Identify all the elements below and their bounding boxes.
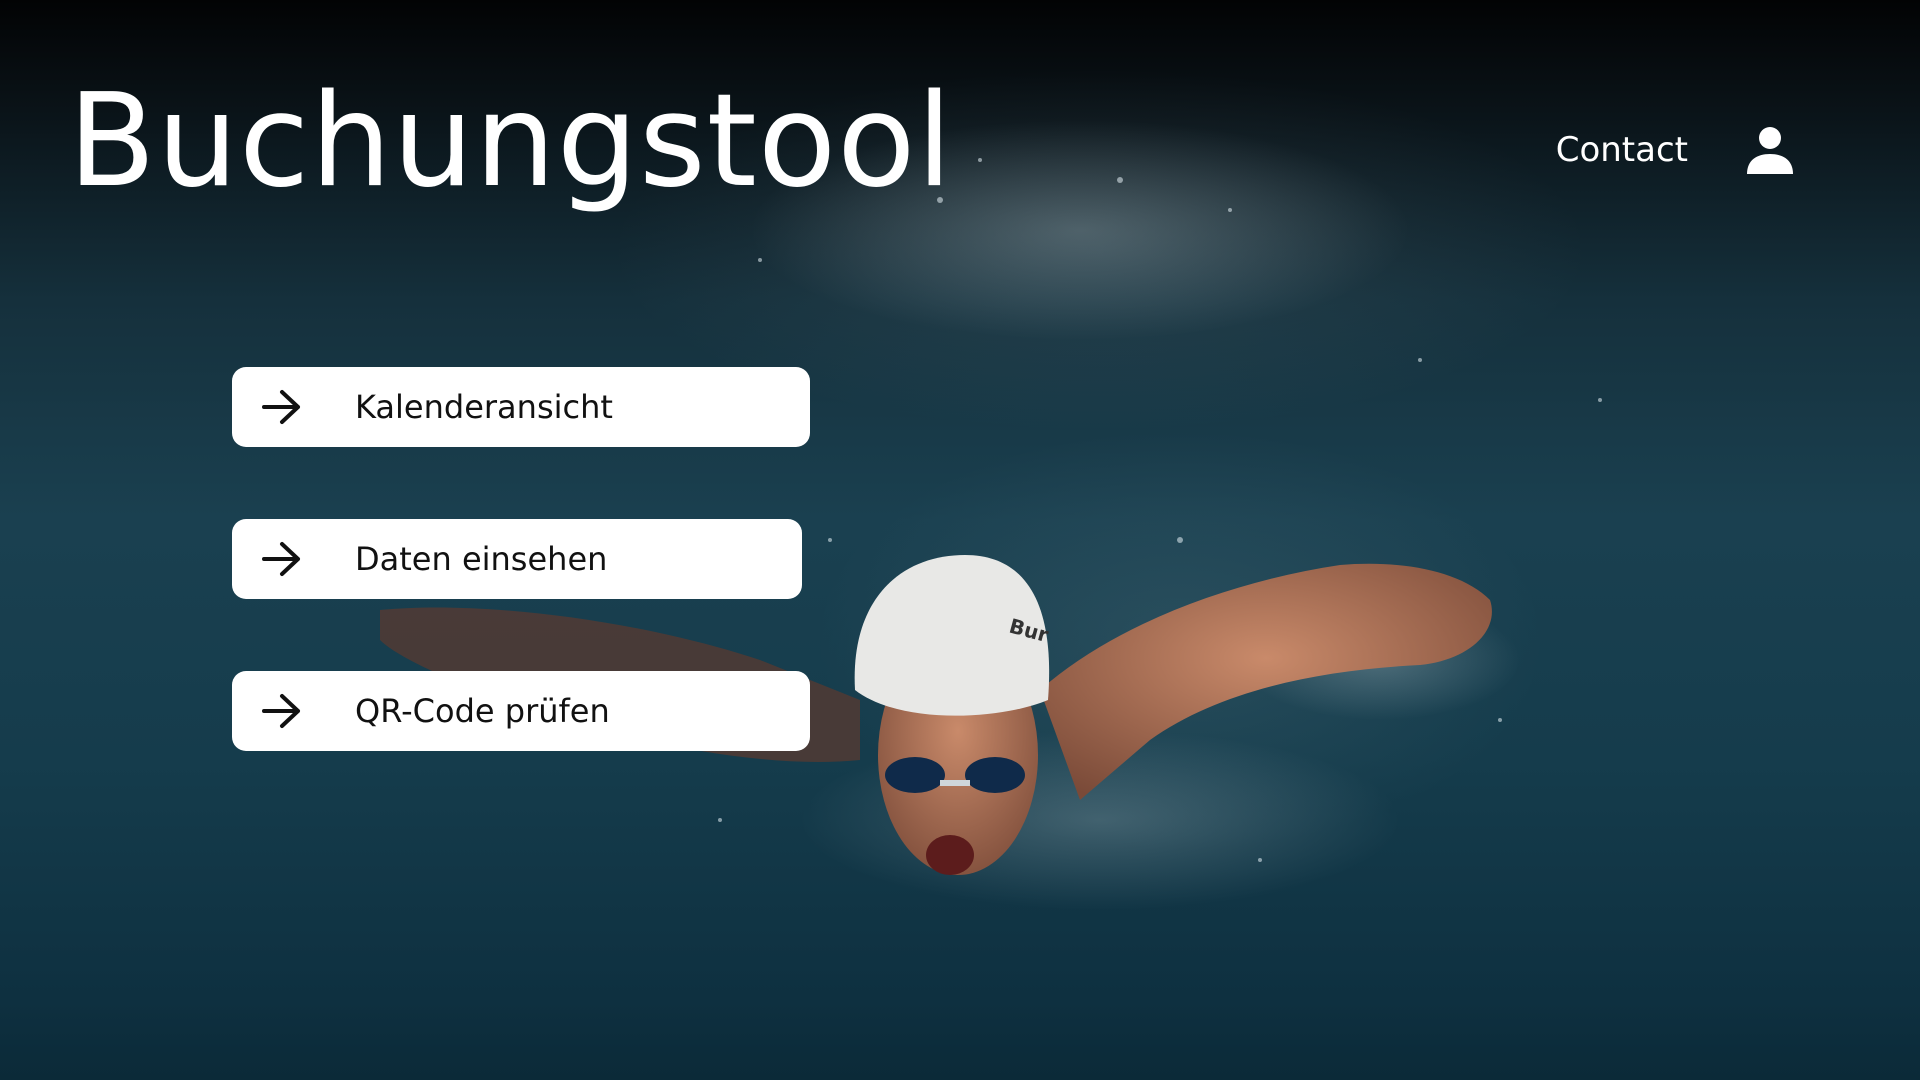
arrow-right-icon xyxy=(262,542,300,576)
header-nav: Contact xyxy=(1556,124,1796,176)
check-qr-code-button[interactable]: QR-Code prüfen xyxy=(232,671,810,751)
page-title: Buchungstool xyxy=(68,67,953,216)
calendar-view-button[interactable]: Kalenderansicht xyxy=(232,367,810,447)
check-qr-code-label: QR-Code prüfen xyxy=(355,692,610,730)
view-data-label: Daten einsehen xyxy=(355,540,608,578)
calendar-view-label: Kalenderansicht xyxy=(355,388,613,426)
contact-link[interactable]: Contact xyxy=(1556,130,1688,170)
arrow-right-icon xyxy=(262,390,300,424)
view-data-button[interactable]: Daten einsehen xyxy=(232,519,802,599)
arrow-right-icon xyxy=(262,694,300,728)
user-icon[interactable] xyxy=(1744,124,1796,176)
